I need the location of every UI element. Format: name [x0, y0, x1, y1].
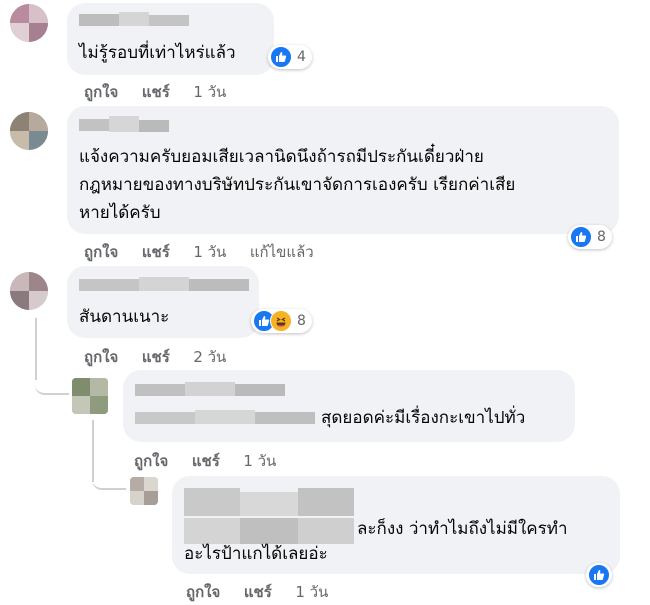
like-thumb-icon	[570, 226, 592, 248]
avatar[interactable]	[72, 378, 108, 414]
comment-bubble: แจ้งความครับยอมเสียเวลานิดนึงถ้ารถมีประก…	[67, 106, 619, 234]
comment-text-line: กฎหมายของทางบริษัทประกันเขาจัดการเองครับ…	[79, 175, 516, 195]
share-button[interactable]: แชร์	[142, 83, 170, 101]
haha-face-icon	[270, 310, 292, 332]
share-button[interactable]: แชร์	[192, 452, 220, 470]
reply-timestamp[interactable]: 1 วัน	[295, 583, 328, 601]
reply-bubble: ละก็งง ว่าทำไมถึงไม่มีใครทำ อะไรป้าแกได้…	[172, 476, 620, 574]
like-button[interactable]: ถูกใจ	[134, 452, 168, 470]
like-button[interactable]: ถูกใจ	[84, 83, 118, 101]
reply-actions: ถูกใจ แชร์ 1 วัน	[186, 580, 328, 604]
like-button[interactable]: ถูกใจ	[84, 348, 118, 366]
blurred-text	[135, 410, 315, 426]
avatar[interactable]	[10, 4, 48, 42]
like-button[interactable]: ถูกใจ	[186, 583, 220, 601]
commenter-name[interactable]	[79, 12, 189, 28]
comment-bubble: ไม่รู้รอบที่เท่าไหร่แล้ว	[67, 3, 274, 75]
like-thumb-icon	[588, 564, 610, 586]
comment-timestamp[interactable]: 2 วัน	[193, 348, 226, 366]
reply-text: สุดยอดค่ะมีเรื่องกะเขาไปทั่ว	[321, 408, 526, 428]
thread-connector	[35, 375, 69, 395]
commenter-name[interactable]	[79, 116, 169, 134]
reply-text-line: ละก็งง ว่าทำไมถึงไม่มีใครทำ	[357, 519, 568, 539]
thread-line	[35, 318, 37, 380]
share-button[interactable]: แชร์	[244, 583, 272, 601]
reaction-count: 8	[597, 229, 606, 245]
comment-text-line: แจ้งความครับยอมเสียเวลานิดนึงถ้ารถมีประก…	[79, 147, 484, 167]
reaction-count: 4	[297, 49, 306, 65]
thread-line	[92, 420, 94, 482]
reaction-summary[interactable]: 8	[568, 225, 612, 249]
reaction-summary[interactable]	[586, 563, 612, 587]
like-thumb-icon	[270, 46, 292, 68]
comment-timestamp[interactable]: 1 วัน	[193, 83, 226, 101]
commenter-name[interactable]	[184, 488, 354, 546]
share-button[interactable]: แชร์	[142, 348, 170, 366]
commenter-name[interactable]	[135, 382, 285, 398]
comment-bubble: สันดานเนาะ	[67, 266, 259, 338]
reply-text-line: อะไรป้าแกได้เลยอ่ะ	[184, 544, 328, 564]
thread-connector	[92, 474, 126, 490]
comment-actions: ถูกใจ แชร์ 1 วัน	[84, 80, 226, 104]
comment-actions: ถูกใจ แชร์ 2 วัน	[84, 345, 226, 369]
reply-bubble: สุดยอดค่ะมีเรื่องกะเขาไปทั่ว	[123, 370, 575, 442]
reaction-summary[interactable]: 4	[268, 45, 312, 69]
reply-timestamp[interactable]: 1 วัน	[243, 452, 276, 470]
comment-timestamp[interactable]: 1 วัน	[193, 243, 226, 261]
edited-label[interactable]: แก้ไขแล้ว	[250, 243, 314, 261]
avatar[interactable]	[10, 112, 48, 150]
commenter-name[interactable]	[79, 277, 249, 293]
comment-actions: ถูกใจ แชร์ 1 วัน แก้ไขแล้ว	[84, 240, 314, 264]
comment-text: สันดานเนาะ	[79, 307, 170, 327]
comment-text-line: หายได้ครับ	[79, 203, 161, 223]
reaction-count: 8	[297, 313, 306, 329]
reply-actions: ถูกใจ แชร์ 1 วัน	[134, 449, 276, 473]
reaction-summary[interactable]: 8	[251, 309, 312, 333]
comment-text: ไม่รู้รอบที่เท่าไหร่แล้ว	[79, 43, 236, 63]
avatar[interactable]	[130, 477, 158, 505]
like-button[interactable]: ถูกใจ	[84, 243, 118, 261]
avatar[interactable]	[10, 272, 48, 310]
share-button[interactable]: แชร์	[142, 243, 170, 261]
